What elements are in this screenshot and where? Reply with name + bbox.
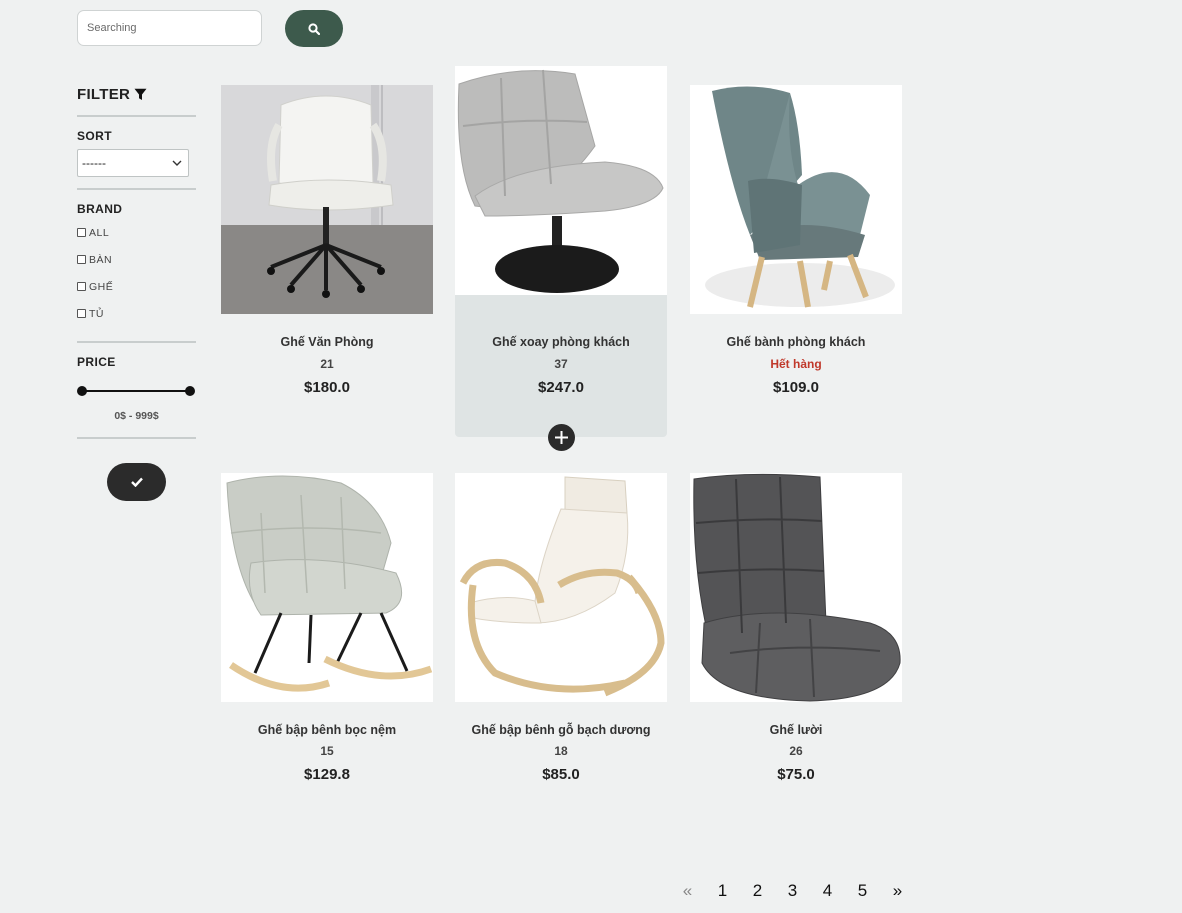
price-range-text: 0$ - 999$	[114, 410, 159, 422]
checkbox[interactable]	[77, 309, 86, 318]
checkbox[interactable]	[77, 255, 86, 264]
product-name[interactable]: Ghế bành phòng khách	[690, 335, 902, 349]
filter-heading: FILTER	[77, 84, 196, 104]
brand-option-ghe[interactable]: GHẾ	[77, 273, 196, 300]
brand-option-label: TỦ	[89, 307, 104, 320]
checkbox[interactable]	[77, 282, 86, 291]
brand-label: BRAND	[77, 202, 123, 216]
product-image[interactable]	[221, 85, 433, 314]
product-image[interactable]	[455, 66, 667, 295]
divider	[77, 188, 196, 190]
sort-select[interactable]: ------	[77, 149, 189, 177]
pagination: « 1 2 3 4 5 »	[670, 878, 915, 904]
product-image[interactable]	[690, 85, 902, 314]
brand-option-ban[interactable]: BÀN	[77, 246, 196, 273]
product-image[interactable]	[690, 473, 902, 702]
divider	[77, 115, 196, 117]
filter-title: FILTER	[77, 85, 131, 103]
check-icon	[130, 477, 143, 487]
funnel-icon	[134, 88, 147, 100]
brand-option-label: BÀN	[89, 253, 113, 266]
pagination-next[interactable]: »	[880, 878, 915, 904]
chevron-down-icon	[172, 160, 182, 166]
slider-max-handle[interactable]	[185, 386, 195, 396]
brand-option-all[interactable]: ALL	[77, 219, 196, 246]
product-quantity: 18	[554, 744, 568, 758]
add-to-cart-button[interactable]	[548, 424, 575, 451]
price-label: PRICE	[77, 355, 116, 369]
product-quantity: 15	[320, 744, 334, 758]
price-slider[interactable]	[77, 384, 195, 398]
product-name[interactable]: Ghế Văn Phòng	[221, 335, 433, 349]
brand-options: ALL BÀN GHẾ TỦ	[77, 219, 196, 327]
pagination-page[interactable]: 3	[775, 878, 810, 904]
pagination-page[interactable]: 2	[740, 878, 775, 904]
product-quantity: 26	[789, 744, 803, 758]
divider	[77, 437, 196, 439]
brand-option-label: GHẾ	[89, 280, 114, 293]
product-name[interactable]: Ghế lười	[690, 723, 902, 737]
product-quantity: Hết hàng	[770, 357, 822, 371]
product-name[interactable]: Ghế bập bênh bọc nệm	[221, 723, 433, 737]
product-price: $247.0	[538, 379, 584, 396]
product-name[interactable]: Ghế bập bênh gỗ bạch dương	[455, 723, 667, 737]
slider-min-handle[interactable]	[77, 386, 87, 396]
product-image[interactable]	[221, 473, 433, 702]
divider	[77, 341, 196, 343]
product-price: $129.8	[304, 766, 350, 783]
brand-option-tu[interactable]: TỦ	[77, 300, 196, 327]
pagination-page[interactable]: 4	[810, 878, 845, 904]
brand-option-label: ALL	[89, 226, 110, 239]
search-icon	[308, 22, 320, 35]
pagination-page[interactable]: 1	[705, 878, 740, 904]
pagination-prev[interactable]: «	[670, 878, 705, 904]
product-price: $75.0	[777, 766, 815, 783]
product-price: $109.0	[773, 379, 819, 396]
search-button[interactable]	[285, 10, 343, 47]
slider-track	[82, 390, 190, 392]
product-price: $180.0	[304, 379, 350, 396]
sort-selected-value: ------	[82, 156, 106, 170]
apply-filter-button[interactable]	[107, 463, 166, 501]
sort-label: SORT	[77, 129, 112, 143]
checkbox[interactable]	[77, 228, 86, 237]
product-quantity: 21	[320, 357, 334, 371]
product-image[interactable]	[455, 473, 667, 702]
product-name[interactable]: Ghế xoay phòng khách	[455, 335, 667, 349]
product-quantity: 37	[554, 357, 568, 371]
search-input[interactable]	[77, 10, 262, 46]
pagination-page[interactable]: 5	[845, 878, 880, 904]
plus-icon	[555, 431, 568, 444]
filter-sidebar: FILTER SORT ------ BRAND ALL BÀN GHẾ TỦ …	[77, 84, 196, 439]
product-price: $85.0	[542, 766, 580, 783]
